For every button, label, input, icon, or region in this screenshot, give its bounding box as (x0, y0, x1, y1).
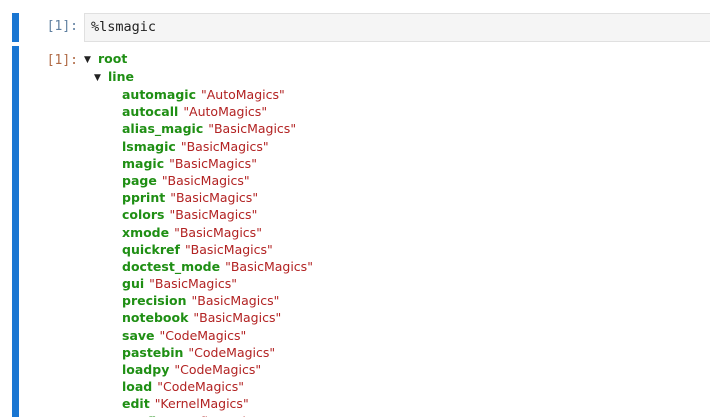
tree-entry-key: notebook (122, 310, 189, 326)
tree-entry: page "BasicMagics" (122, 172, 313, 189)
tree-entry-key: xmode (122, 224, 170, 240)
tree-entry-key: pastebin (122, 344, 184, 360)
tree-entry-key: colors (122, 207, 165, 223)
tree-entry-value: "CodeMagics" (174, 362, 262, 377)
tree-node-root-label: root (98, 51, 128, 66)
tree-entry-value: "BasicMagics" (191, 293, 280, 309)
tree-entry-key: lsmagic (122, 138, 176, 154)
tree-entry: save "CodeMagics" (122, 327, 313, 344)
tree-entry-value: "ConfigMagics" (170, 414, 265, 417)
tree-entry-value: "CodeMagics" (157, 379, 245, 395)
tree-entry-value: "BasicMagics" (174, 224, 262, 240)
code-text: %lsmagic (91, 19, 157, 35)
tree-entry-key: doctest_mode (122, 258, 221, 274)
tree-entry: automagic "AutoMagics" (122, 86, 313, 103)
tree-node-line-label: line (108, 69, 134, 84)
tree-entry-key: load (122, 379, 153, 395)
tree-entry-key: loadpy (122, 362, 170, 377)
tree-entry-key: save (122, 327, 155, 343)
tree-entry: lsmagic "BasicMagics" (122, 138, 313, 155)
tree-entry-key: autocall (122, 104, 179, 120)
tree-entry-value: "BasicMagics" (208, 121, 297, 137)
tree-entry-value: "BasicMagics" (161, 172, 250, 188)
tree-entry: autocall "AutoMagics" (122, 103, 313, 120)
tree-entry: notebook "BasicMagics" (122, 309, 313, 326)
tree-entry: edit "KernelMagics" (122, 395, 313, 412)
tree-entry: load "CodeMagics" (122, 378, 313, 395)
tree-entry-value: "AutoMagics" (201, 87, 285, 102)
tree-entry: gui "BasicMagics" (122, 275, 313, 292)
tree-entry: pastebin "CodeMagics" (122, 344, 313, 361)
tree-entry-value: "KernelMagics" (154, 396, 249, 412)
tree-entry-value: "BasicMagics" (149, 276, 237, 292)
tree-entry-key: gui (122, 276, 145, 292)
tree-entry-value: "BasicMagics" (170, 190, 259, 206)
tree-entry: config "ConfigMagics" (122, 413, 313, 417)
tree-entry-key: config (122, 414, 165, 417)
code-input-area[interactable]: %lsmagic (84, 13, 710, 42)
tree-node-root[interactable]: ▼ root (84, 50, 127, 69)
tree-entry-key: precision (122, 293, 187, 309)
tree-entry-value: "CodeMagics" (188, 344, 276, 360)
output-cell-active-bar[interactable] (12, 46, 19, 417)
tree-node-line[interactable]: ▼ line (94, 68, 134, 87)
tree-entry-key: automagic (122, 87, 196, 102)
tree-entry-value: "CodeMagics" (159, 327, 247, 343)
tree-entry-value: "BasicMagics" (169, 207, 258, 223)
tree-entry-key: edit (122, 396, 150, 412)
tree-entry-key: alias_magic (122, 121, 204, 137)
tree-entry: precision "BasicMagics" (122, 292, 313, 309)
tree-entry: alias_magic "BasicMagics" (122, 120, 313, 137)
tree-entry-value: "BasicMagics" (184, 241, 273, 257)
tree-entry-key: page (122, 172, 157, 188)
tree-entry-value: "BasicMagics" (225, 258, 313, 274)
tree-entry-value: "AutoMagics" (183, 104, 268, 120)
tree-entry-key: quickref (122, 241, 180, 257)
expand-arrow-icon[interactable]: ▼ (84, 52, 98, 69)
input-cell-active-bar[interactable] (12, 13, 19, 42)
tree-entry: loadpy "CodeMagics" (122, 361, 313, 378)
tree-entry: xmode "BasicMagics" (122, 224, 313, 241)
expand-arrow-icon[interactable]: ▼ (94, 70, 108, 87)
output-prompt: [1]: (46, 53, 78, 68)
tree-entry: quickref "BasicMagics" (122, 241, 313, 258)
tree-entry: pprint "BasicMagics" (122, 189, 313, 206)
tree-entry-key: magic (122, 155, 165, 171)
tree-entries-list: automagic "AutoMagics" autocall "AutoMagics… (122, 86, 313, 417)
input-prompt: [1]: (46, 19, 78, 34)
tree-entry-value: "BasicMagics" (180, 138, 269, 154)
tree-entry-key: pprint (122, 190, 166, 206)
tree-entry: doctest_mode "BasicMagics" (122, 258, 313, 275)
tree-entry: magic "BasicMagics" (122, 155, 313, 172)
tree-entry: colors "BasicMagics" (122, 206, 313, 223)
tree-entry-value: "BasicMagics" (193, 310, 282, 326)
tree-entry-value: "BasicMagics" (169, 155, 257, 171)
